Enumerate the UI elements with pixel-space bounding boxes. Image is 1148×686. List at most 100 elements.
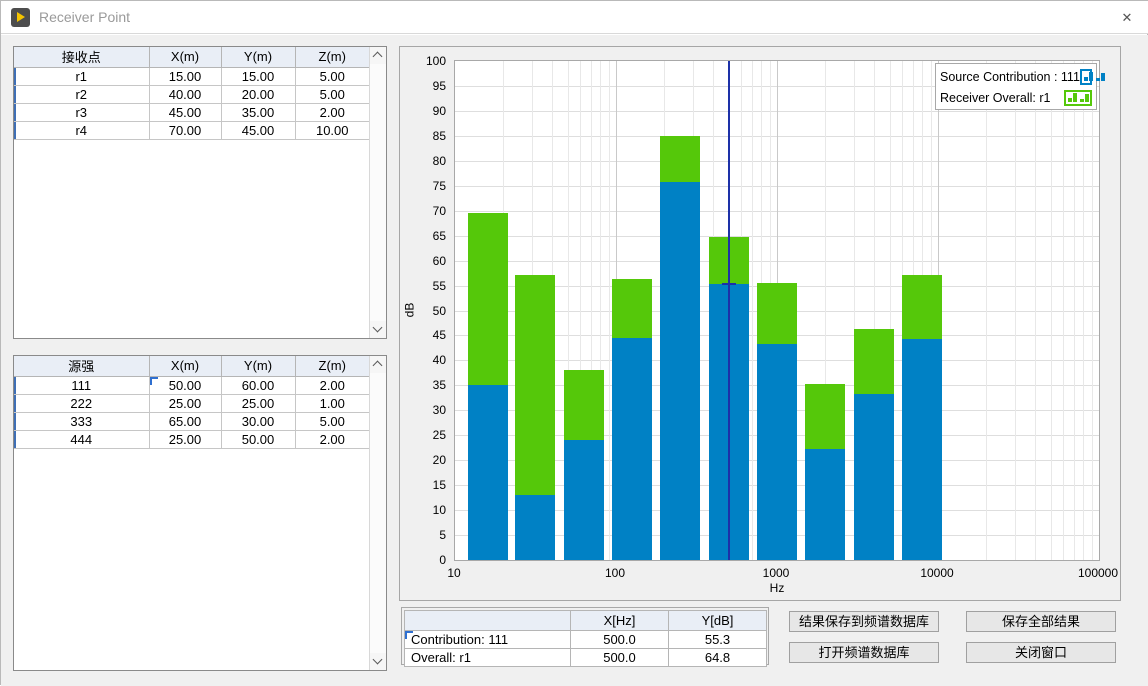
source-table-scrollbar[interactable] xyxy=(369,356,386,670)
chevron-up-icon xyxy=(373,361,383,371)
x-tick-label: 100 xyxy=(605,566,625,580)
chart-legend: Source Contribution : 111Receiver Overal… xyxy=(935,63,1097,110)
table-cell[interactable]: 333 xyxy=(14,412,149,430)
x-axis-label: Hz xyxy=(767,581,787,595)
window-content: 接收点X(m)Y(m)Z(m)r115.0015.005.00r240.0020… xyxy=(1,35,1148,686)
bar-segment-contribution xyxy=(757,344,797,560)
table-cell[interactable]: 40.00 xyxy=(149,85,221,103)
table-cell[interactable]: 55.3 xyxy=(669,631,767,649)
close-window-button[interactable]: 关闭窗口 xyxy=(966,642,1116,663)
table-cell[interactable]: 5.00 xyxy=(295,67,369,85)
table-cell[interactable]: 500.0 xyxy=(571,649,669,667)
y-tick-label: 55 xyxy=(400,280,446,292)
table-cell[interactable]: r2 xyxy=(14,85,149,103)
y-tick-label: 65 xyxy=(400,230,446,242)
chart-cursor-marker[interactable] xyxy=(722,283,736,285)
column-header: Z(m) xyxy=(295,356,369,376)
table-row: Overall: r1500.064.8 xyxy=(405,649,767,667)
table-cell[interactable]: Overall: r1 xyxy=(405,649,571,667)
y-tick-label: 0 xyxy=(400,554,446,566)
table-cell[interactable]: 222 xyxy=(14,394,149,412)
table-cell[interactable]: 25.00 xyxy=(221,394,295,412)
table-cell[interactable]: 30.00 xyxy=(221,412,295,430)
chevron-up-icon xyxy=(373,52,383,62)
y-tick-label: 25 xyxy=(400,429,446,441)
table-row: 11150.0060.002.00 xyxy=(14,376,369,394)
save-all-results-button[interactable]: 保存全部结果 xyxy=(966,611,1116,632)
receiver-table-panel: 接收点X(m)Y(m)Z(m)r115.0015.005.00r240.0020… xyxy=(13,46,387,339)
x-tick-label: 100000 xyxy=(1078,566,1118,580)
column-header: Z(m) xyxy=(295,47,369,67)
table-cell[interactable]: 45.00 xyxy=(221,121,295,139)
scroll-down-icon[interactable] xyxy=(370,321,386,338)
table-cell[interactable]: r3 xyxy=(14,103,149,121)
table-cell[interactable]: 20.00 xyxy=(221,85,295,103)
table-row: r345.0035.002.00 xyxy=(14,103,369,121)
table-cell[interactable]: r4 xyxy=(14,121,149,139)
table-cell[interactable]: 2.00 xyxy=(295,103,369,121)
bar-segment-overall xyxy=(564,370,604,440)
table-cell[interactable]: 500.0 xyxy=(571,631,669,649)
table-cell[interactable]: 35.00 xyxy=(221,103,295,121)
y-tick-label: 15 xyxy=(400,479,446,491)
table-cell[interactable]: 111 xyxy=(14,376,149,394)
table-cell[interactable]: 25.00 xyxy=(149,430,221,448)
cursor-readout-frame: X[Hz]Y[dB]Contribution: 111500.055.3Over… xyxy=(401,607,769,665)
chevron-down-icon xyxy=(373,655,383,665)
open-spectrum-db-button[interactable]: 打开频谱数据库 xyxy=(789,642,939,663)
y-tick-label: 90 xyxy=(400,105,446,117)
scroll-down-icon[interactable] xyxy=(370,653,386,670)
table-cell[interactable]: 64.8 xyxy=(669,649,767,667)
y-tick-label: 80 xyxy=(400,155,446,167)
y-tick-label: 40 xyxy=(400,354,446,366)
y-tick-label: 5 xyxy=(400,529,446,541)
close-icon[interactable]: ✕ xyxy=(1105,1,1148,34)
chart-plot-area[interactable] xyxy=(454,60,1100,561)
table-row: 33365.0030.005.00 xyxy=(14,412,369,430)
receiver-table: 接收点X(m)Y(m)Z(m)r115.0015.005.00r240.0020… xyxy=(14,47,369,338)
receiver-table-scrollbar[interactable] xyxy=(369,47,386,338)
bar-segment-contribution xyxy=(805,449,845,560)
y-tick-label: 30 xyxy=(400,404,446,416)
bar-segment-contribution xyxy=(468,385,508,560)
legend-bar-icon xyxy=(1064,90,1092,106)
table-cell[interactable]: 2.00 xyxy=(295,430,369,448)
table-row: 44425.0050.002.00 xyxy=(14,430,369,448)
legend-entry: Receiver Overall: r1 xyxy=(940,87,1092,108)
title-bar: Receiver Point ✕ xyxy=(1,1,1148,34)
table-cell[interactable]: 1.00 xyxy=(295,394,369,412)
table-cell[interactable]: 5.00 xyxy=(295,412,369,430)
bar-segment-contribution xyxy=(854,394,894,560)
table-cell[interactable]: 65.00 xyxy=(149,412,221,430)
table-cell[interactable]: Contribution: 111 xyxy=(405,631,571,649)
table-cell[interactable]: 15.00 xyxy=(221,67,295,85)
table-cell[interactable]: r1 xyxy=(14,67,149,85)
x-tick-label: 1000 xyxy=(763,566,790,580)
source-table: 源强X(m)Y(m)Z(m)11150.0060.002.0022225.002… xyxy=(14,356,369,670)
table-cell[interactable]: 25.00 xyxy=(149,394,221,412)
column-header: 接收点 xyxy=(14,47,149,67)
table-cell[interactable]: 15.00 xyxy=(149,67,221,85)
save-results-to-spectrum-db-button[interactable]: 结果保存到频谱数据库 xyxy=(789,611,939,632)
table-cell[interactable]: 444 xyxy=(14,430,149,448)
bar-segment-overall xyxy=(612,279,652,338)
table-cell[interactable]: 2.00 xyxy=(295,376,369,394)
table-cell[interactable]: 50.00 xyxy=(149,376,221,394)
column-header: X(m) xyxy=(149,356,221,376)
y-tick-label: 100 xyxy=(400,55,446,67)
bar-segment-overall xyxy=(854,329,894,394)
column-header: Y[dB] xyxy=(669,611,767,631)
scroll-up-icon[interactable] xyxy=(370,356,386,373)
legend-label: Receiver Overall: r1 xyxy=(940,91,1064,105)
column-header xyxy=(405,611,571,631)
bar-segment-contribution xyxy=(612,338,652,560)
table-cell[interactable]: 50.00 xyxy=(221,430,295,448)
table-cell[interactable]: 70.00 xyxy=(149,121,221,139)
scroll-up-icon[interactable] xyxy=(370,47,386,64)
table-cell[interactable]: 60.00 xyxy=(221,376,295,394)
bar-segment-overall xyxy=(515,275,555,496)
table-cell[interactable]: 10.00 xyxy=(295,121,369,139)
table-cell[interactable]: 45.00 xyxy=(149,103,221,121)
chart-cursor-line[interactable] xyxy=(728,61,730,560)
table-cell[interactable]: 5.00 xyxy=(295,85,369,103)
